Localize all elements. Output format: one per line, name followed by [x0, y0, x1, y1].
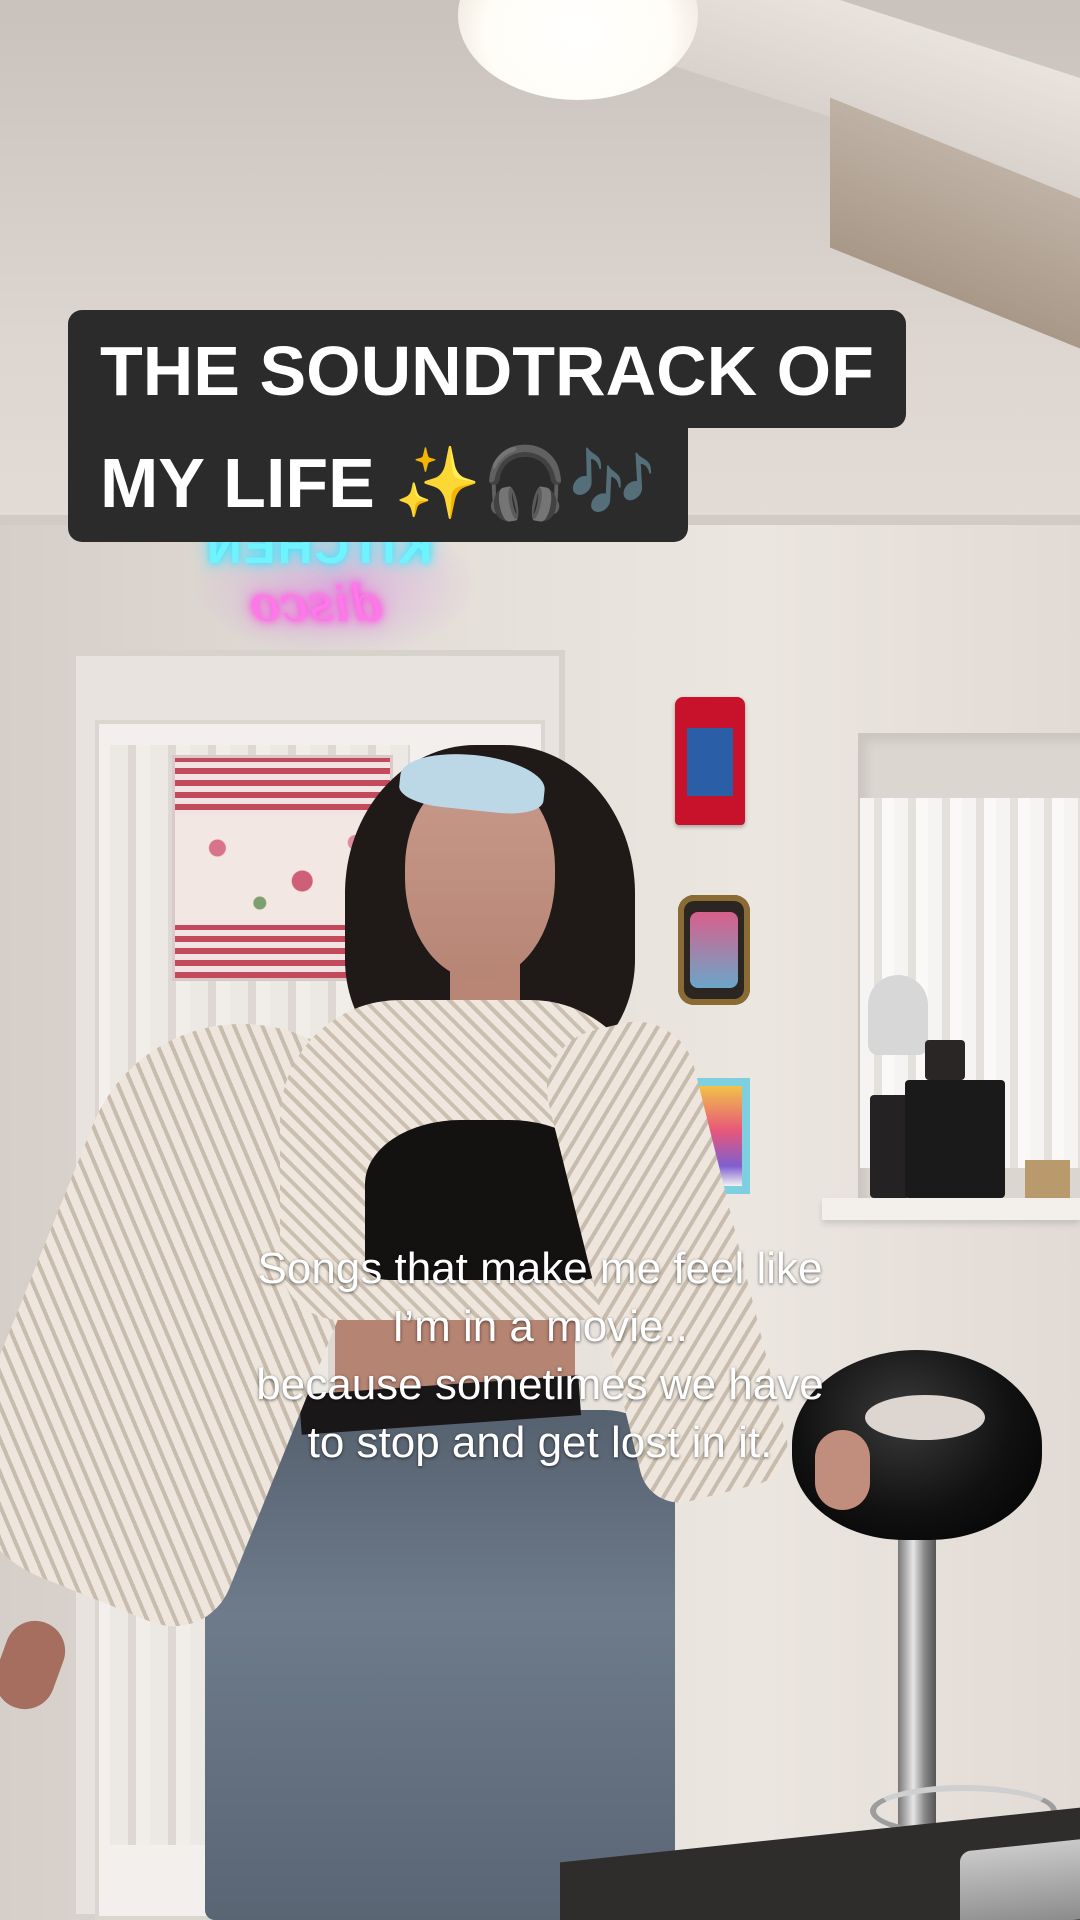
- window-sill: [822, 1198, 1080, 1220]
- neon-sign-disco: disco: [250, 575, 382, 633]
- caption-overlay: Songs that make me feel like I’m in a mo…: [140, 1240, 940, 1472]
- title-overlay-line2: MY LIFE ✨🎧🎶: [68, 428, 688, 542]
- diffuser-cup: [925, 1040, 965, 1080]
- small-speaker: [870, 1095, 910, 1198]
- phone-box-picture: [687, 728, 733, 796]
- caption-line: I’m in a movie..: [392, 1302, 688, 1351]
- title-overlay-line1: THE SOUNDTRACK OF: [68, 310, 906, 428]
- caption-line: to stop and get lost in it.: [307, 1418, 773, 1467]
- caption-line: because sometimes we have: [256, 1360, 824, 1409]
- caption-line: Songs that make me feel like: [257, 1244, 823, 1293]
- octagon-picture: [690, 912, 738, 988]
- speaker: [905, 1080, 1005, 1198]
- sink: [960, 1838, 1080, 1920]
- video-frame: KITCHEN disco: [0, 0, 1080, 1920]
- person-jeans: [205, 1410, 675, 1920]
- sequin-glove: [868, 975, 928, 1055]
- small-box: [1025, 1160, 1070, 1198]
